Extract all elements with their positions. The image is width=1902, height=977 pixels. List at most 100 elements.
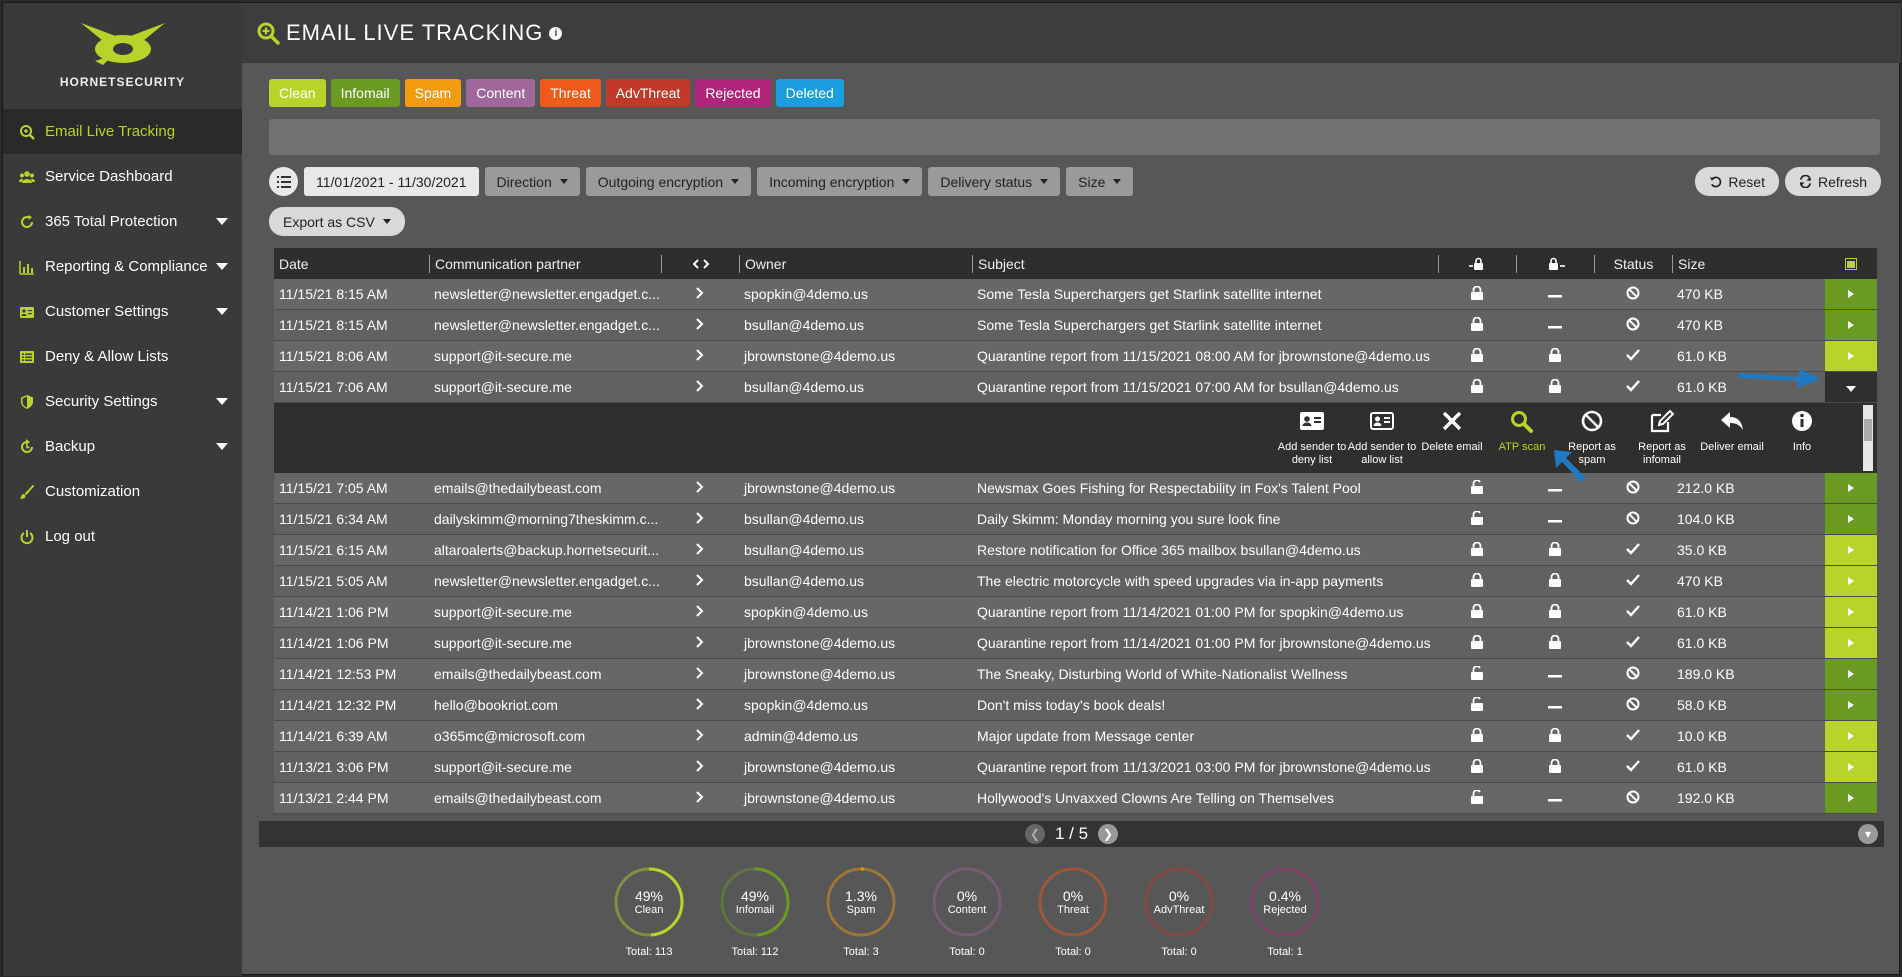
action-add-sender-to-deny-list[interactable]: Add sender to deny list [1277, 409, 1347, 467]
caret-down-icon[interactable] [216, 398, 228, 405]
sidebar-item-service-dashboard[interactable]: Service Dashboard [3, 154, 242, 199]
col-date[interactable]: Date [274, 255, 429, 273]
col-partner[interactable]: Communication partner [429, 254, 661, 273]
cell-owner: admin@4demo.us [744, 728, 858, 744]
cell-status [1594, 628, 1672, 658]
row-expand-button[interactable] [1825, 535, 1877, 565]
caret-down-icon[interactable] [216, 218, 228, 225]
row-expand-button[interactable] [1825, 628, 1877, 658]
logo[interactable]: HORNETSECURITY [3, 3, 242, 109]
col-owner[interactable]: Owner [739, 254, 972, 273]
col-incoming-lock[interactable] [1438, 254, 1516, 273]
sidebar-item-customer-settings[interactable]: Customer Settings [3, 289, 242, 334]
table-row[interactable]: 11/13/21 3:06 PM support@it-secure.me jbro… [274, 752, 1877, 783]
table-row[interactable]: 11/15/21 8:15 AM newsletter@newsletter.en… [274, 279, 1877, 310]
table-row[interactable]: 11/14/21 1:06 PM support@it-secure.me spop… [274, 597, 1877, 628]
tag-spam[interactable]: Spam [404, 79, 462, 107]
next-page-button[interactable]: ❯ [1098, 824, 1119, 844]
table-row[interactable]: 11/13/21 2:44 PM emails@thedailybeast.com… [274, 783, 1877, 814]
row-expand-button[interactable] [1825, 721, 1877, 751]
caret-down-icon[interactable] [216, 443, 228, 450]
row-expand-button[interactable] [1825, 783, 1877, 813]
unlock-icon [1471, 788, 1483, 807]
outgoing-encryption-dropdown[interactable]: Outgoing encryption [585, 167, 752, 196]
tag-infomail[interactable]: Infomail [330, 79, 400, 107]
table-row[interactable]: 11/15/21 8:06 AM support@it-secure.me jbro… [274, 341, 1877, 372]
sidebar-item-backup[interactable]: Backup [3, 424, 242, 469]
sidebar-item-security-settings[interactable]: Security Settings [3, 379, 242, 424]
sidebar-item-log-out[interactable]: Log out [3, 514, 242, 559]
prev-page-button[interactable]: ❮ [1024, 824, 1045, 844]
row-expand-button[interactable] [1825, 310, 1877, 340]
search-input[interactable] [269, 119, 1880, 155]
col-subject[interactable]: Subject [972, 254, 1438, 273]
row-expand-button[interactable] [1825, 279, 1877, 309]
tag-advthreat[interactable]: AdvThreat [605, 79, 691, 107]
tag-deleted[interactable]: Deleted [775, 79, 844, 107]
scrollbar-thumb[interactable] [1864, 419, 1872, 441]
caret-down-icon[interactable] [216, 263, 228, 270]
col-outgoing-lock[interactable] [1516, 254, 1594, 273]
row-expand-button[interactable] [1825, 752, 1877, 782]
action-add-sender-to-allow-list[interactable]: Add sender to allow list [1347, 409, 1417, 467]
row-expand-button[interactable] [1825, 597, 1877, 627]
action-delete-email[interactable]: Delete email [1417, 409, 1487, 467]
action-atp-scan[interactable]: ATP scan [1487, 409, 1557, 467]
table-row[interactable]: 11/15/21 5:05 AM newsletter@newsletter.en… [274, 566, 1877, 597]
stat-ring-text: 49% Infomail [718, 865, 792, 939]
col-status[interactable]: Status [1594, 254, 1672, 273]
tag-threat[interactable]: Threat [540, 79, 601, 107]
sidebar-item-email-live-tracking[interactable]: Email Live Tracking [3, 109, 242, 154]
info-icon[interactable]: i [549, 26, 563, 40]
dash-icon [1548, 317, 1562, 333]
row-expand-button[interactable] [1825, 341, 1877, 371]
col-settings[interactable] [1825, 255, 1877, 273]
table-row[interactable]: 11/15/21 7:06 AM support@it-secure.me bsul… [274, 372, 1877, 403]
tag-content[interactable]: Content [466, 79, 536, 107]
export-csv-button[interactable]: Export as CSV [269, 207, 405, 236]
action-report-as-infomail[interactable]: Report as infomail [1627, 409, 1697, 467]
column-list-button[interactable] [269, 167, 298, 196]
cell-partner: emails@thedailybeast.com [434, 480, 602, 496]
action-label: Deliver email [1700, 441, 1764, 453]
action-deliver-email[interactable]: Deliver email [1697, 409, 1767, 467]
scroll-down-button[interactable]: ▾ [1858, 824, 1878, 844]
row-expand-button[interactable] [1825, 372, 1877, 402]
row-expand-button[interactable] [1825, 566, 1877, 596]
row-expand-button[interactable] [1825, 504, 1877, 534]
row-expand-button[interactable] [1825, 690, 1877, 720]
caret-down-icon[interactable] [216, 308, 228, 315]
sidebar-item-deny-allow-lists[interactable]: Deny & Allow Lists [3, 334, 242, 379]
chevron-right-icon [696, 790, 704, 806]
incoming-encryption-dropdown[interactable]: Incoming encryption [757, 167, 923, 196]
tag-rejected[interactable]: Rejected [695, 79, 771, 107]
sidebar-item-label: Log out [45, 528, 96, 545]
stats-summary: 49% Clean Total: 113 49% Infomail Total: 112 1… [612, 865, 1322, 958]
date-range-picker[interactable]: 11/01/2021 - 11/30/2021 [304, 167, 479, 196]
action-info[interactable]: Info [1767, 409, 1837, 467]
table-row[interactable]: 11/15/21 8:15 AM newsletter@newsletter.en… [274, 310, 1877, 341]
panel-scrollbar[interactable] [1863, 405, 1873, 471]
table-row[interactable]: 11/15/21 7:05 AM emails@thedailybeast.com… [274, 473, 1877, 504]
size-label: Size [1078, 173, 1106, 190]
table-row[interactable]: 11/15/21 6:15 AM altaroalerts@backup.horn… [274, 535, 1877, 566]
col-size[interactable]: Size [1672, 254, 1825, 273]
row-expand-button[interactable] [1825, 659, 1877, 689]
sidebar-item-365-total-protection[interactable]: 365 Total Protection [3, 199, 242, 244]
tag-clean[interactable]: Clean [269, 79, 326, 107]
table-row[interactable]: 11/14/21 6:39 AM o365mc@microsoft.com admi… [274, 721, 1877, 752]
refresh-button[interactable]: Refresh [1784, 167, 1881, 196]
table-row[interactable]: 11/14/21 12:53 PM emails@thedailybeast.co… [274, 659, 1877, 690]
sidebar-item-customization[interactable]: Customization [3, 469, 242, 514]
table-row[interactable]: 11/14/21 12:32 PM hello@bookriot.com spopk… [274, 690, 1877, 721]
col-direction[interactable] [661, 254, 739, 273]
row-expand-button[interactable] [1825, 473, 1877, 503]
delivery-status-dropdown[interactable]: Delivery status [928, 167, 1061, 196]
table-row[interactable]: 11/15/21 6:34 AM dailyskimm@morning7thesk… [274, 504, 1877, 535]
sidebar-item-reporting-compliance[interactable]: Reporting & Compliance [3, 244, 242, 289]
direction-dropdown[interactable]: Direction [484, 167, 580, 196]
cell-incoming-lock [1438, 310, 1516, 340]
table-row[interactable]: 11/14/21 1:06 PM support@it-secure.me jbro… [274, 628, 1877, 659]
reset-button[interactable]: Reset [1695, 167, 1779, 196]
size-dropdown[interactable]: Size [1066, 167, 1134, 196]
